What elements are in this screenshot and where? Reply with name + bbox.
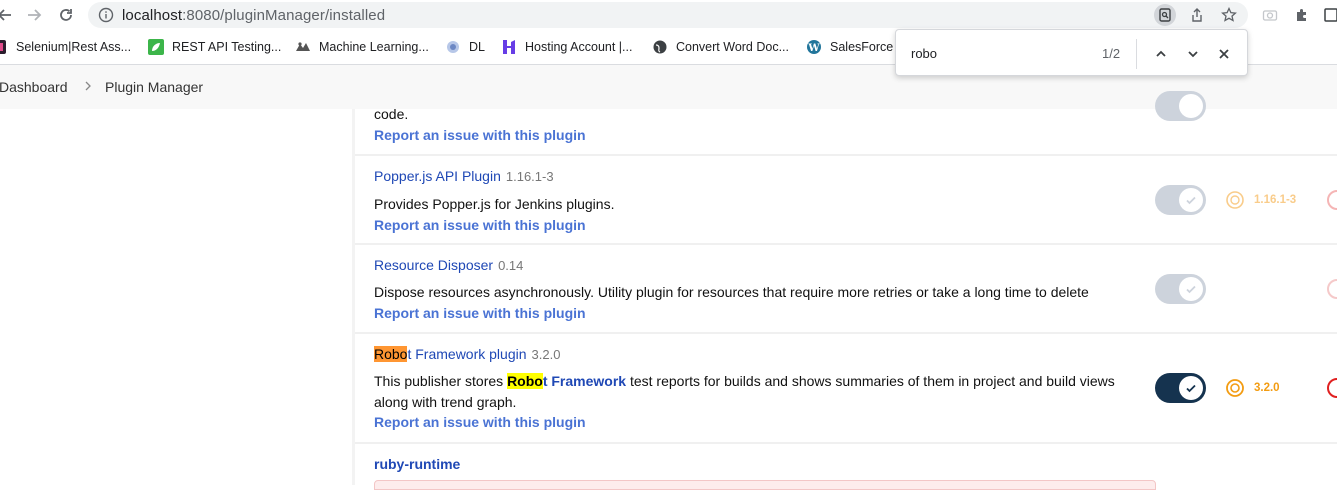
url-text: localhost:8080/pluginManager/installed — [122, 7, 386, 24]
bookmark-item[interactable]: Selenium|Rest Ass... — [0, 38, 131, 56]
reload-icon[interactable] — [55, 4, 77, 26]
find-input[interactable]: robo — [911, 46, 937, 61]
plugin-warning-box — [374, 480, 1156, 490]
browser-toolbar: localhost:8080/pluginManager/installed — [0, 0, 1337, 31]
plugin-row: ruby-runtime — [355, 444, 1337, 490]
uninstall-icon[interactable] — [1327, 190, 1337, 210]
find-divider — [1136, 39, 1137, 69]
check-icon — [1179, 94, 1203, 118]
find-match: Robo — [507, 373, 543, 389]
bookmark-item[interactable]: DL — [445, 38, 485, 56]
address-bar[interactable]: localhost:8080/pluginManager/installed — [88, 2, 1248, 28]
leaf-icon — [148, 39, 164, 55]
camera-icon[interactable] — [1259, 4, 1281, 26]
bookmark-item[interactable]: Hosting Account |... — [501, 38, 632, 56]
bookmark-item[interactable]: W SalesForce — [806, 38, 893, 56]
dl-icon — [445, 39, 461, 55]
breadcrumb-separator — [84, 78, 92, 95]
close-icon[interactable] — [1213, 43, 1235, 65]
plugin-version: 1.16.1-3 — [505, 169, 554, 184]
plugin-name-link[interactable]: ruby-runtime — [374, 456, 460, 472]
check-icon — [1179, 188, 1203, 212]
find-match-current: Robo — [374, 346, 408, 362]
check-icon — [1179, 277, 1203, 301]
plugin-description: Provides Popper.js for Jenkins plugins. — [374, 196, 615, 212]
enable-toggle[interactable] — [1155, 91, 1206, 121]
chevron-down-icon[interactable] — [1182, 43, 1204, 65]
bookmark-item[interactable]: REST API Testing... — [148, 38, 281, 56]
breadcrumb-plugin-manager-link[interactable]: Plugin Manager — [105, 79, 203, 95]
selenium-icon — [0, 39, 8, 55]
svg-text:W: W — [807, 43, 820, 54]
wordpress-icon: W — [806, 39, 822, 55]
downgrade-button[interactable]: 1.16.1-3 — [1225, 190, 1296, 210]
share-icon[interactable] — [1186, 4, 1208, 26]
breadcrumb-dashboard-link[interactable]: Dashboard — [0, 79, 68, 95]
uninstall-icon[interactable] — [1327, 378, 1337, 398]
back-arrow-icon[interactable] — [0, 4, 16, 26]
plugin-version: 3.2.0 — [531, 347, 561, 362]
plugin-row: Resource Disposer 0.14 Dispose resources … — [355, 245, 1337, 334]
bookmark-star-icon[interactable] — [1218, 4, 1240, 26]
bookmark-item[interactable]: Machine Learning... — [295, 38, 429, 56]
plugin-description: Dispose resources asynchronously. Utilit… — [374, 284, 1089, 300]
downgrade-button[interactable]: 3.2.0 — [1225, 378, 1280, 398]
plugin-name-link[interactable]: Robot Framework plugin — [374, 346, 527, 362]
downgrade-icon — [1226, 379, 1244, 397]
report-issue-link[interactable]: Report an issue with this plugin — [374, 414, 586, 430]
plugin-description: This publisher stores Robot Framework te… — [374, 373, 1115, 410]
globe-icon — [652, 39, 668, 55]
check-icon — [1179, 376, 1203, 400]
side-panel-icon[interactable] — [1320, 4, 1337, 26]
chevron-up-icon[interactable] — [1150, 43, 1172, 65]
forward-arrow-icon[interactable] — [23, 4, 45, 26]
site-info-icon[interactable] — [98, 7, 114, 28]
enable-toggle[interactable] — [1155, 373, 1206, 403]
enable-toggle[interactable] — [1155, 274, 1206, 304]
plugin-version: 0.14 — [498, 258, 524, 273]
plugin-row: code. Report an issue with this plugin — [355, 91, 1337, 156]
plugin-row: Popper.js API Plugin 1.16.1-3 Provides Po… — [355, 156, 1337, 245]
find-in-page-icon[interactable] — [1154, 4, 1176, 26]
report-issue-link[interactable]: Report an issue with this plugin — [374, 217, 586, 233]
enable-toggle[interactable] — [1155, 185, 1206, 215]
find-match-count: 1/2 — [1102, 46, 1121, 61]
hostinger-icon — [501, 39, 517, 55]
plugin-description: code. — [374, 106, 409, 122]
plugin-row: Robot Framework plugin 3.2.0 This publish… — [355, 334, 1337, 444]
report-issue-link[interactable]: Report an issue with this plugin — [374, 127, 586, 143]
robot-framework-link[interactable]: Robot Framework — [507, 373, 626, 389]
plugin-name-link[interactable]: Popper.js API Plugin — [374, 168, 501, 184]
extensions-puzzle-icon[interactable] — [1291, 4, 1313, 26]
report-issue-link[interactable]: Report an issue with this plugin — [374, 305, 586, 321]
plugin-name-link[interactable]: Resource Disposer — [374, 257, 493, 273]
downgrade-icon — [1226, 191, 1244, 209]
uninstall-icon[interactable] — [1327, 279, 1337, 299]
bookmark-item[interactable]: Convert Word Doc... — [652, 38, 789, 56]
find-in-page-bar: robo 1/2 — [895, 29, 1248, 76]
ml-icon — [295, 39, 311, 55]
